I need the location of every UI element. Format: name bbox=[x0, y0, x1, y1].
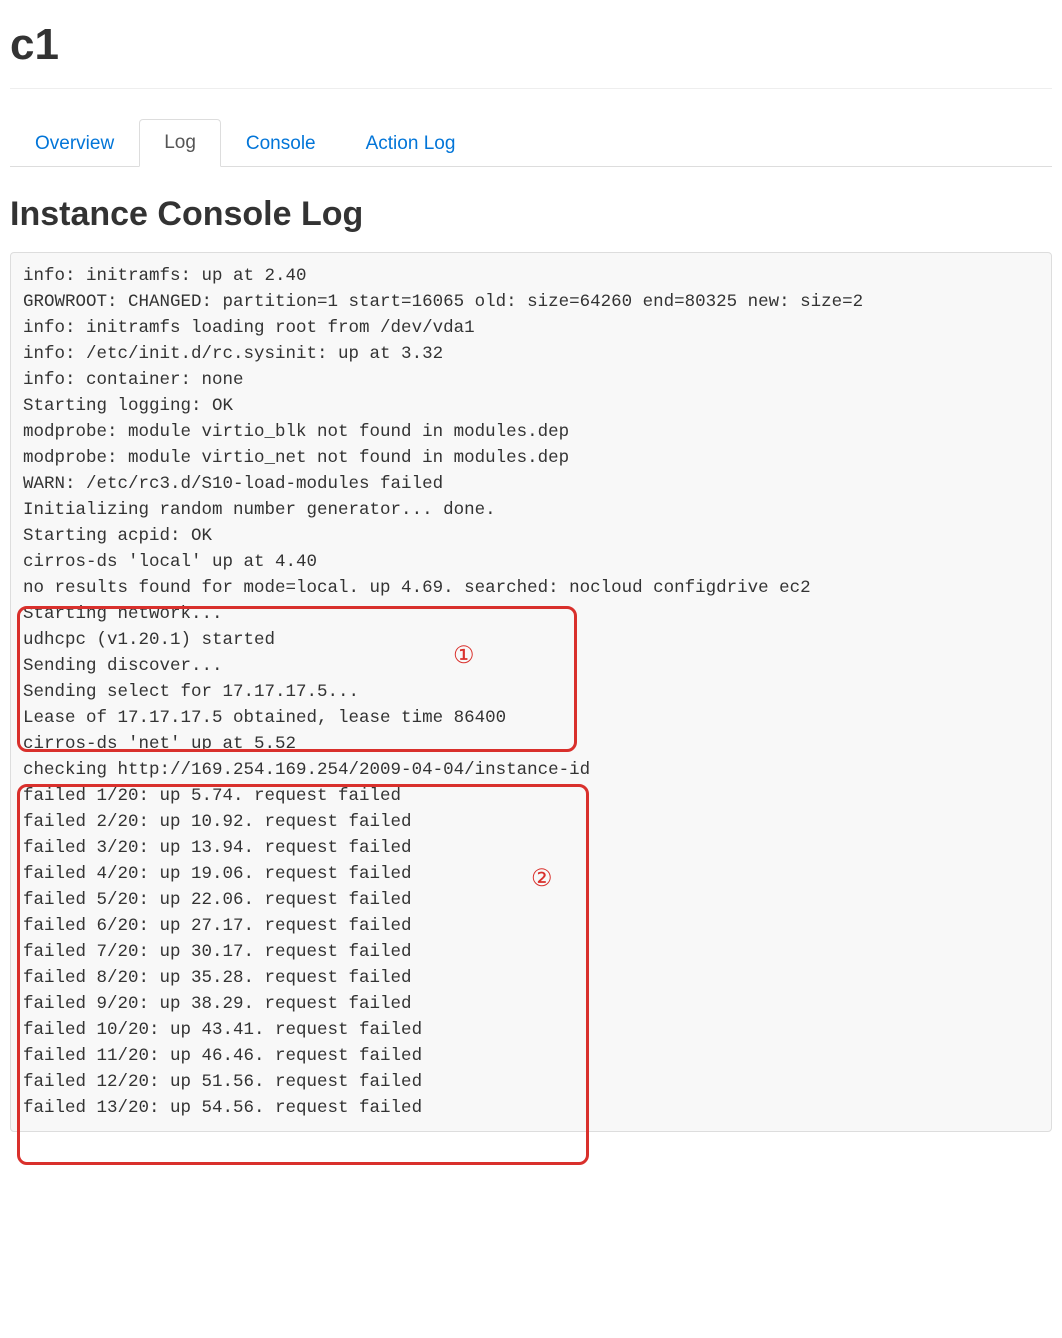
tab-log[interactable]: Log bbox=[139, 119, 221, 167]
tabs-bar: Overview Log Console Action Log bbox=[10, 119, 1052, 167]
tab-overview[interactable]: Overview bbox=[10, 120, 139, 167]
section-title: Instance Console Log bbox=[10, 195, 1052, 234]
page-title: c1 bbox=[10, 10, 1052, 89]
log-content: info: initramfs: up at 2.40 GROWROOT: CH… bbox=[23, 263, 1039, 1121]
tab-console[interactable]: Console bbox=[221, 120, 341, 167]
log-container: info: initramfs: up at 2.40 GROWROOT: CH… bbox=[10, 252, 1052, 1132]
tab-action-log[interactable]: Action Log bbox=[341, 120, 481, 167]
